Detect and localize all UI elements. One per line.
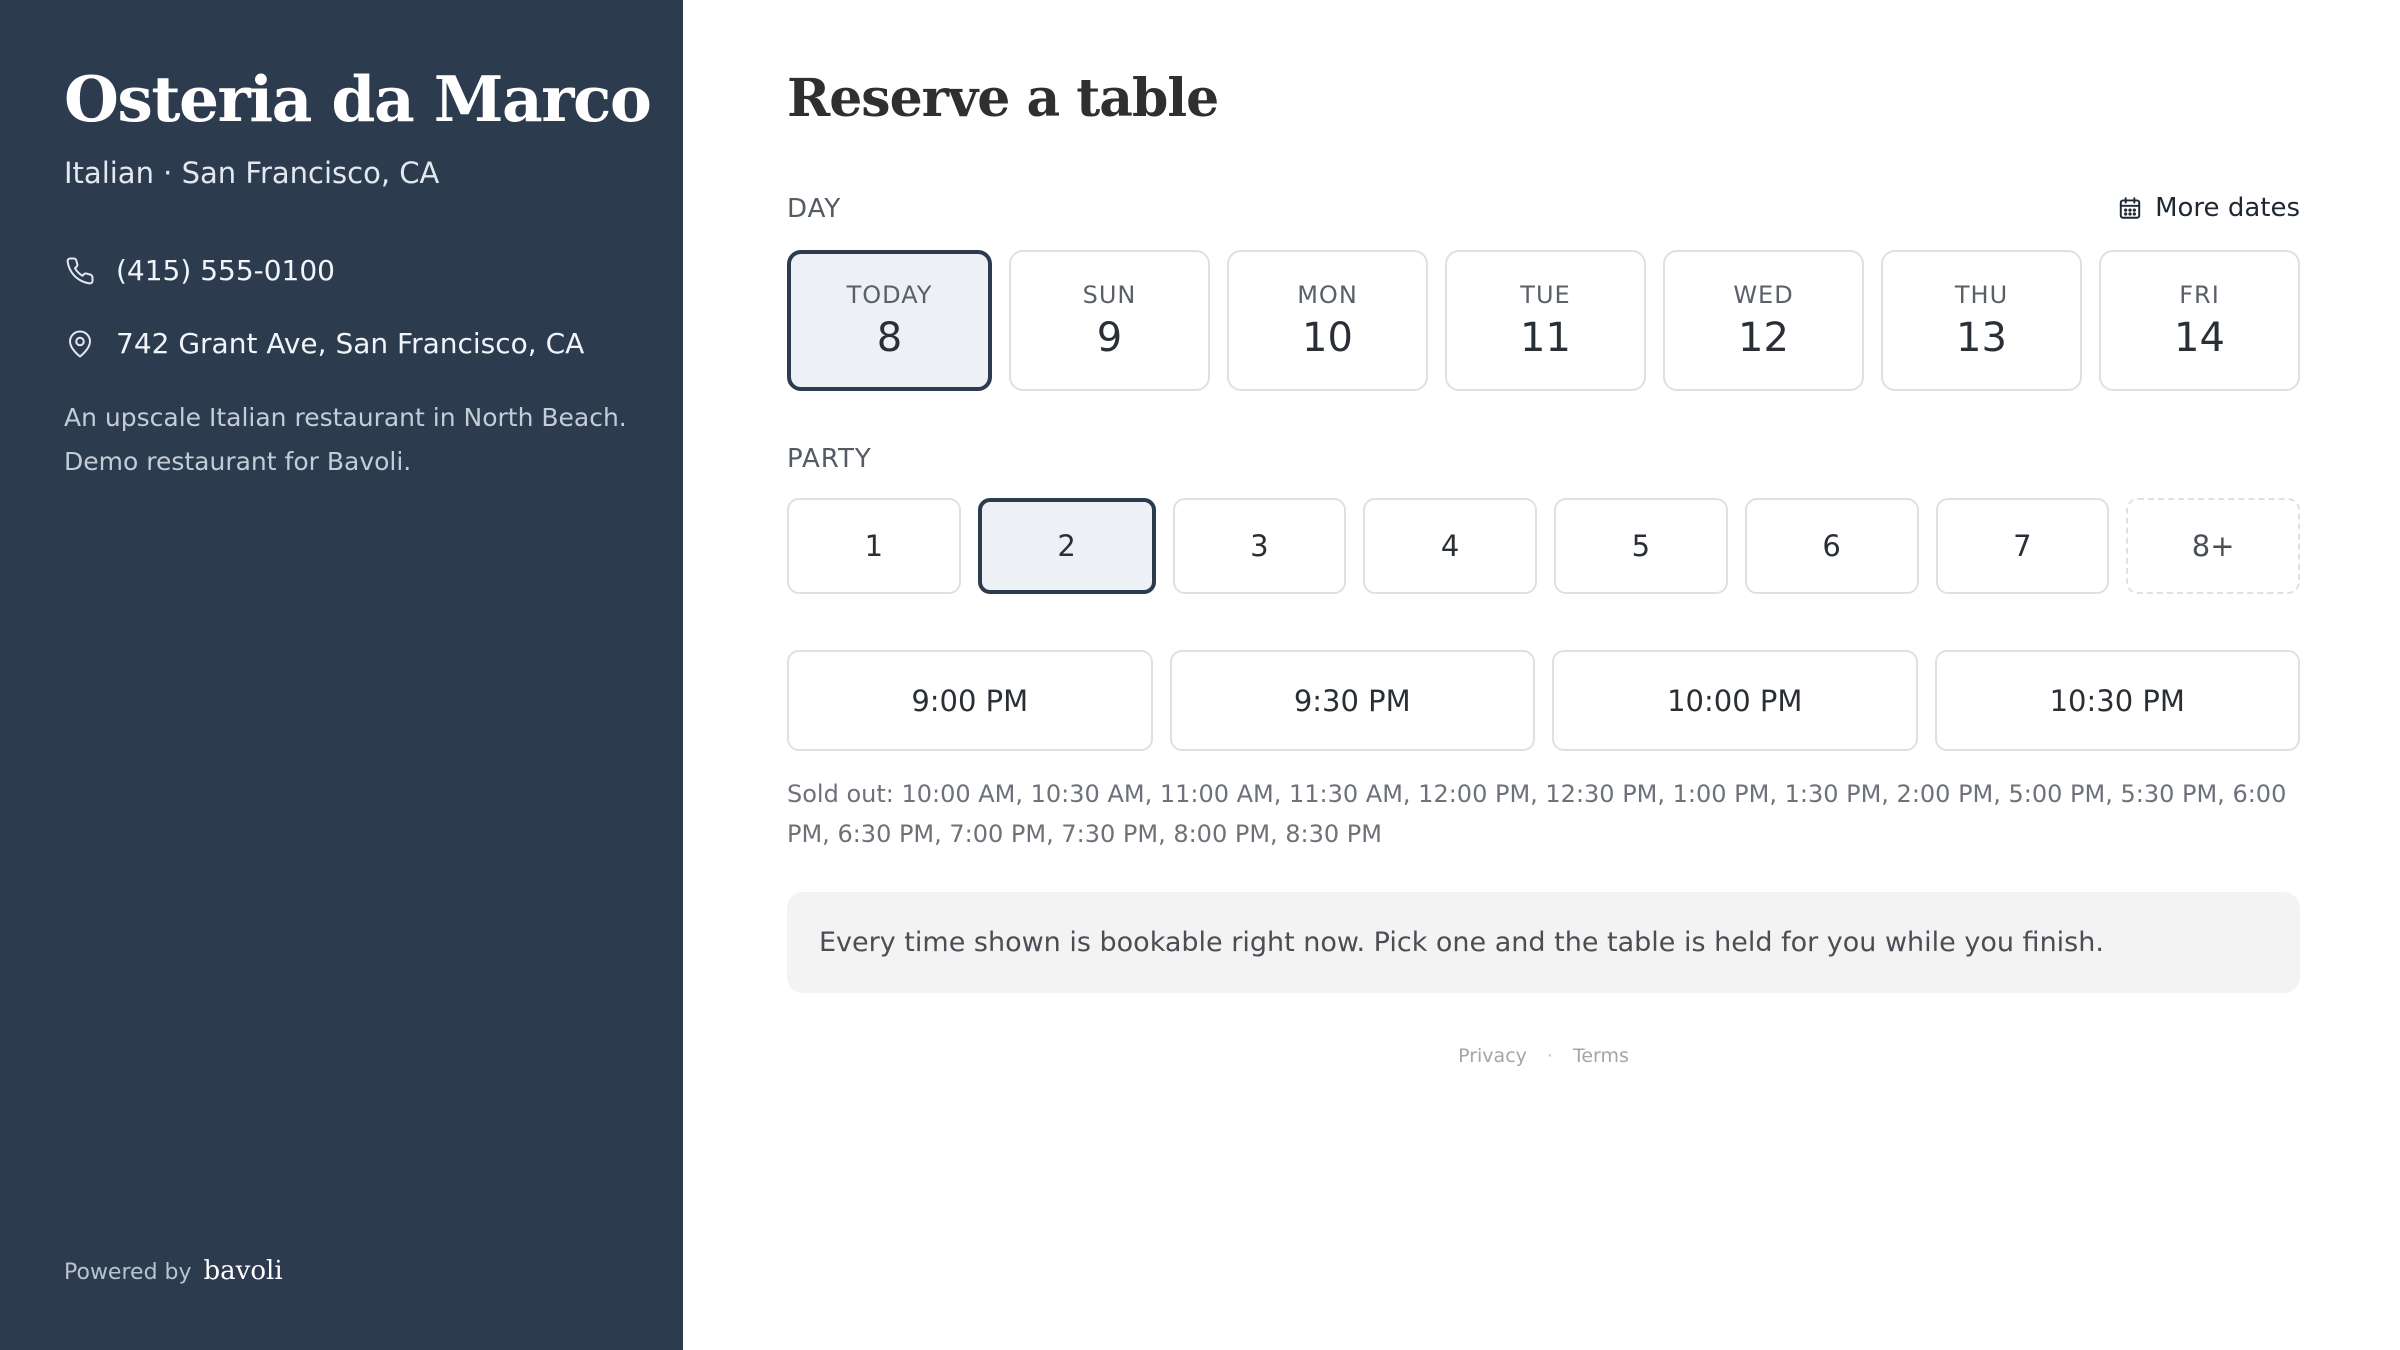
- day-option[interactable]: THU 13: [1881, 250, 2082, 391]
- day-number: 14: [2174, 314, 2225, 361]
- footer-separator: ·: [1546, 1045, 1553, 1067]
- party-size-option[interactable]: 1: [787, 498, 961, 594]
- more-dates-label: More dates: [2155, 193, 2300, 223]
- day-option[interactable]: TODAY 8: [787, 250, 992, 391]
- day-number: 9: [1096, 314, 1123, 361]
- day-of-week: TODAY: [846, 280, 933, 309]
- availability-note: Every time shown is bookable right now. …: [787, 892, 2300, 993]
- powered-by: Powered by bavoli: [64, 1256, 283, 1286]
- bavoli-logo[interactable]: bavoli: [204, 1256, 283, 1286]
- party-size-option[interactable]: 2: [977, 498, 1156, 594]
- powered-by-label: Powered by: [64, 1260, 192, 1285]
- day-option[interactable]: WED 12: [1663, 250, 1864, 391]
- restaurant-description: An upscale Italian restaurant in North B…: [64, 403, 627, 476]
- phone-row[interactable]: (415) 555-0100: [64, 254, 335, 287]
- address-text[interactable]: 742 Grant Ave, San Francisco, CA: [116, 327, 584, 360]
- day-option[interactable]: FRI 14: [2099, 250, 2300, 391]
- time-slot-button[interactable]: 10:30 PM: [1934, 650, 2300, 751]
- phone-number[interactable]: (415) 555-0100: [116, 254, 335, 287]
- day-number: 13: [1956, 314, 2007, 361]
- day-of-week: FRI: [2179, 280, 2220, 309]
- party-size-option[interactable]: 6: [1744, 498, 1919, 594]
- party-section-label: PARTY: [787, 444, 872, 474]
- time-slot-button[interactable]: 9:00 PM: [787, 650, 1153, 751]
- calendar-icon: [2117, 194, 2145, 222]
- day-number: 12: [1738, 314, 1789, 361]
- party-size-more-option[interactable]: 8+: [2126, 498, 2300, 594]
- reservation-panel: Reserve a table DAY More dates TODAY 8 S…: [683, 0, 2400, 1350]
- restaurant-sidebar: Osteria da Marco Italian · San Francisco…: [0, 0, 683, 1350]
- sold-out-times: Sold out: 10:00 AM, 10:30 AM, 11:00 AM, …: [787, 780, 2287, 848]
- day-section-label: DAY: [787, 194, 842, 224]
- day-option[interactable]: SUN 9: [1009, 250, 1210, 391]
- page-title: Reserve a table: [787, 68, 1219, 129]
- day-picker: TODAY 8 SUN 9 MON 10 TUE 11 WED 12 THU 1…: [787, 250, 2300, 391]
- day-number: 11: [1520, 314, 1571, 361]
- day-of-week: MON: [1297, 280, 1358, 309]
- time-slot-button[interactable]: 10:00 PM: [1552, 650, 1918, 751]
- privacy-link[interactable]: Privacy: [1458, 1045, 1527, 1067]
- day-of-week: TUE: [1520, 280, 1571, 309]
- party-size-picker: 1 2 3 4 5 6 7 8+: [787, 498, 2300, 594]
- time-slot-list: 9:00 PM 9:30 PM 10:00 PM 10:30 PM: [787, 650, 2300, 751]
- map-pin-icon: [64, 328, 96, 360]
- phone-icon: [64, 255, 96, 287]
- more-dates-button[interactable]: More dates: [2117, 193, 2300, 223]
- address-row[interactable]: 742 Grant Ave, San Francisco, CA: [64, 327, 584, 360]
- terms-link[interactable]: Terms: [1573, 1045, 1629, 1067]
- party-size-option[interactable]: 5: [1554, 498, 1728, 594]
- day-number: 10: [1302, 314, 1353, 361]
- day-of-week: THU: [1954, 280, 2009, 309]
- restaurant-name: Osteria da Marco: [64, 62, 652, 136]
- restaurant-subtitle: Italian · San Francisco, CA: [64, 156, 440, 190]
- time-slot-button[interactable]: 9:30 PM: [1169, 650, 1535, 751]
- party-size-option[interactable]: 4: [1363, 498, 1537, 594]
- day-of-week: SUN: [1082, 280, 1137, 309]
- day-option[interactable]: TUE 11: [1445, 250, 1646, 391]
- party-size-option[interactable]: 3: [1172, 498, 1347, 594]
- day-option[interactable]: MON 10: [1227, 250, 1428, 391]
- footer-links: Privacy · Terms: [787, 1045, 2300, 1067]
- day-number: 8: [876, 314, 903, 361]
- day-of-week: WED: [1733, 280, 1794, 309]
- party-size-option[interactable]: 7: [1935, 498, 2110, 594]
